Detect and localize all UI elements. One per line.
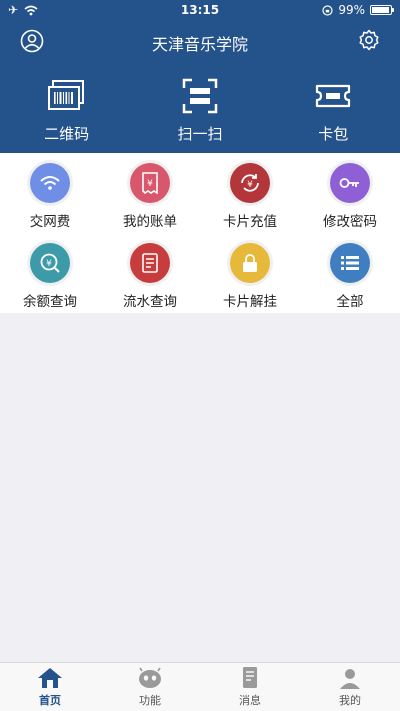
page-title: 天津音乐学院 <box>151 35 248 54</box>
my-bill-button[interactable]: ¥ 我的账单 <box>100 153 200 233</box>
list-icon <box>341 256 359 270</box>
battery-icon <box>370 5 394 15</box>
settings-button[interactable] <box>357 28 381 52</box>
user-icon <box>340 669 360 689</box>
home-icon <box>38 668 62 688</box>
function-grid: 交网费 ¥ 我的账单 ¥ 卡片充值 修改密码 ¥ 余额查询 流水查询 卡片解挂 … <box>0 153 400 313</box>
svg-text:¥: ¥ <box>46 259 52 269</box>
card-unfreeze-label: 卡片解挂 <box>223 294 277 310</box>
tab-messages[interactable]: 消息 <box>200 663 300 711</box>
network-fee-button[interactable]: 交网费 <box>0 153 100 233</box>
scan-label: 扫一扫 <box>177 125 223 143</box>
qrcode-label: 二维码 <box>44 125 90 143</box>
tab-home[interactable]: 首页 <box>0 663 100 711</box>
qrcode-button[interactable]: 二维码 <box>0 75 133 150</box>
tab-functions[interactable]: 功能 <box>100 663 200 711</box>
tab-messages-label: 消息 <box>239 694 261 707</box>
gear-icon <box>359 29 379 51</box>
card-wallet-label: 卡包 <box>318 125 349 143</box>
transaction-inquiry-button[interactable]: 流水查询 <box>100 233 200 313</box>
scan-button[interactable]: 扫一扫 <box>133 75 266 150</box>
flow-icon <box>142 253 158 273</box>
ticket-icon <box>316 84 351 108</box>
tab-home-label: 首页 <box>39 694 61 707</box>
transaction-inquiry-label: 流水查询 <box>123 294 177 310</box>
robot-icon <box>139 667 161 688</box>
bill-icon: ¥ <box>142 172 158 194</box>
header: 天津音乐学院 二维码 扫一扫 卡包 <box>0 20 400 153</box>
nav-bar: 天津音乐学院 <box>0 20 400 62</box>
tab-mine[interactable]: 我的 <box>300 663 400 711</box>
barcode-icon <box>47 80 84 110</box>
all-functions-button[interactable]: 全部 <box>300 233 400 313</box>
change-password-label: 修改密码 <box>323 214 377 230</box>
card-recharge-button[interactable]: ¥ 卡片充值 <box>200 153 300 233</box>
status-bar: ✈ 13:15 99% <box>0 0 400 20</box>
card-unfreeze-button[interactable]: 卡片解挂 <box>200 233 300 313</box>
tab-bar: 首页 功能 消息 我的 <box>0 662 400 711</box>
card-wallet-button[interactable]: 卡包 <box>267 75 400 150</box>
network-fee-label: 交网费 <box>29 214 71 230</box>
battery-percent: 99% <box>338 3 365 17</box>
tab-functions-label: 功能 <box>139 694 161 707</box>
balance-inquiry-label: 余额查询 <box>23 294 77 310</box>
svg-text:¥: ¥ <box>147 179 153 189</box>
recharge-icon: ¥ <box>241 174 259 192</box>
orientation-lock-icon <box>322 4 333 16</box>
message-icon <box>243 667 257 688</box>
card-recharge-label: 卡片充值 <box>223 214 277 230</box>
balance-inquiry-button[interactable]: ¥ 余额查询 <box>0 233 100 313</box>
quick-actions: 二维码 扫一扫 卡包 <box>0 75 400 150</box>
scan-icon <box>182 78 218 114</box>
change-password-button[interactable]: 修改密码 <box>300 153 400 233</box>
lock-icon <box>243 254 257 272</box>
svg-text:¥: ¥ <box>247 180 253 190</box>
my-bill-label: 我的账单 <box>123 214 177 230</box>
balance-icon: ¥ <box>40 253 60 273</box>
wifi-icon <box>40 176 60 190</box>
key-icon <box>339 178 359 188</box>
tab-mine-label: 我的 <box>339 694 361 707</box>
all-functions-label: 全部 <box>336 294 364 310</box>
status-right: 99% <box>322 3 394 17</box>
